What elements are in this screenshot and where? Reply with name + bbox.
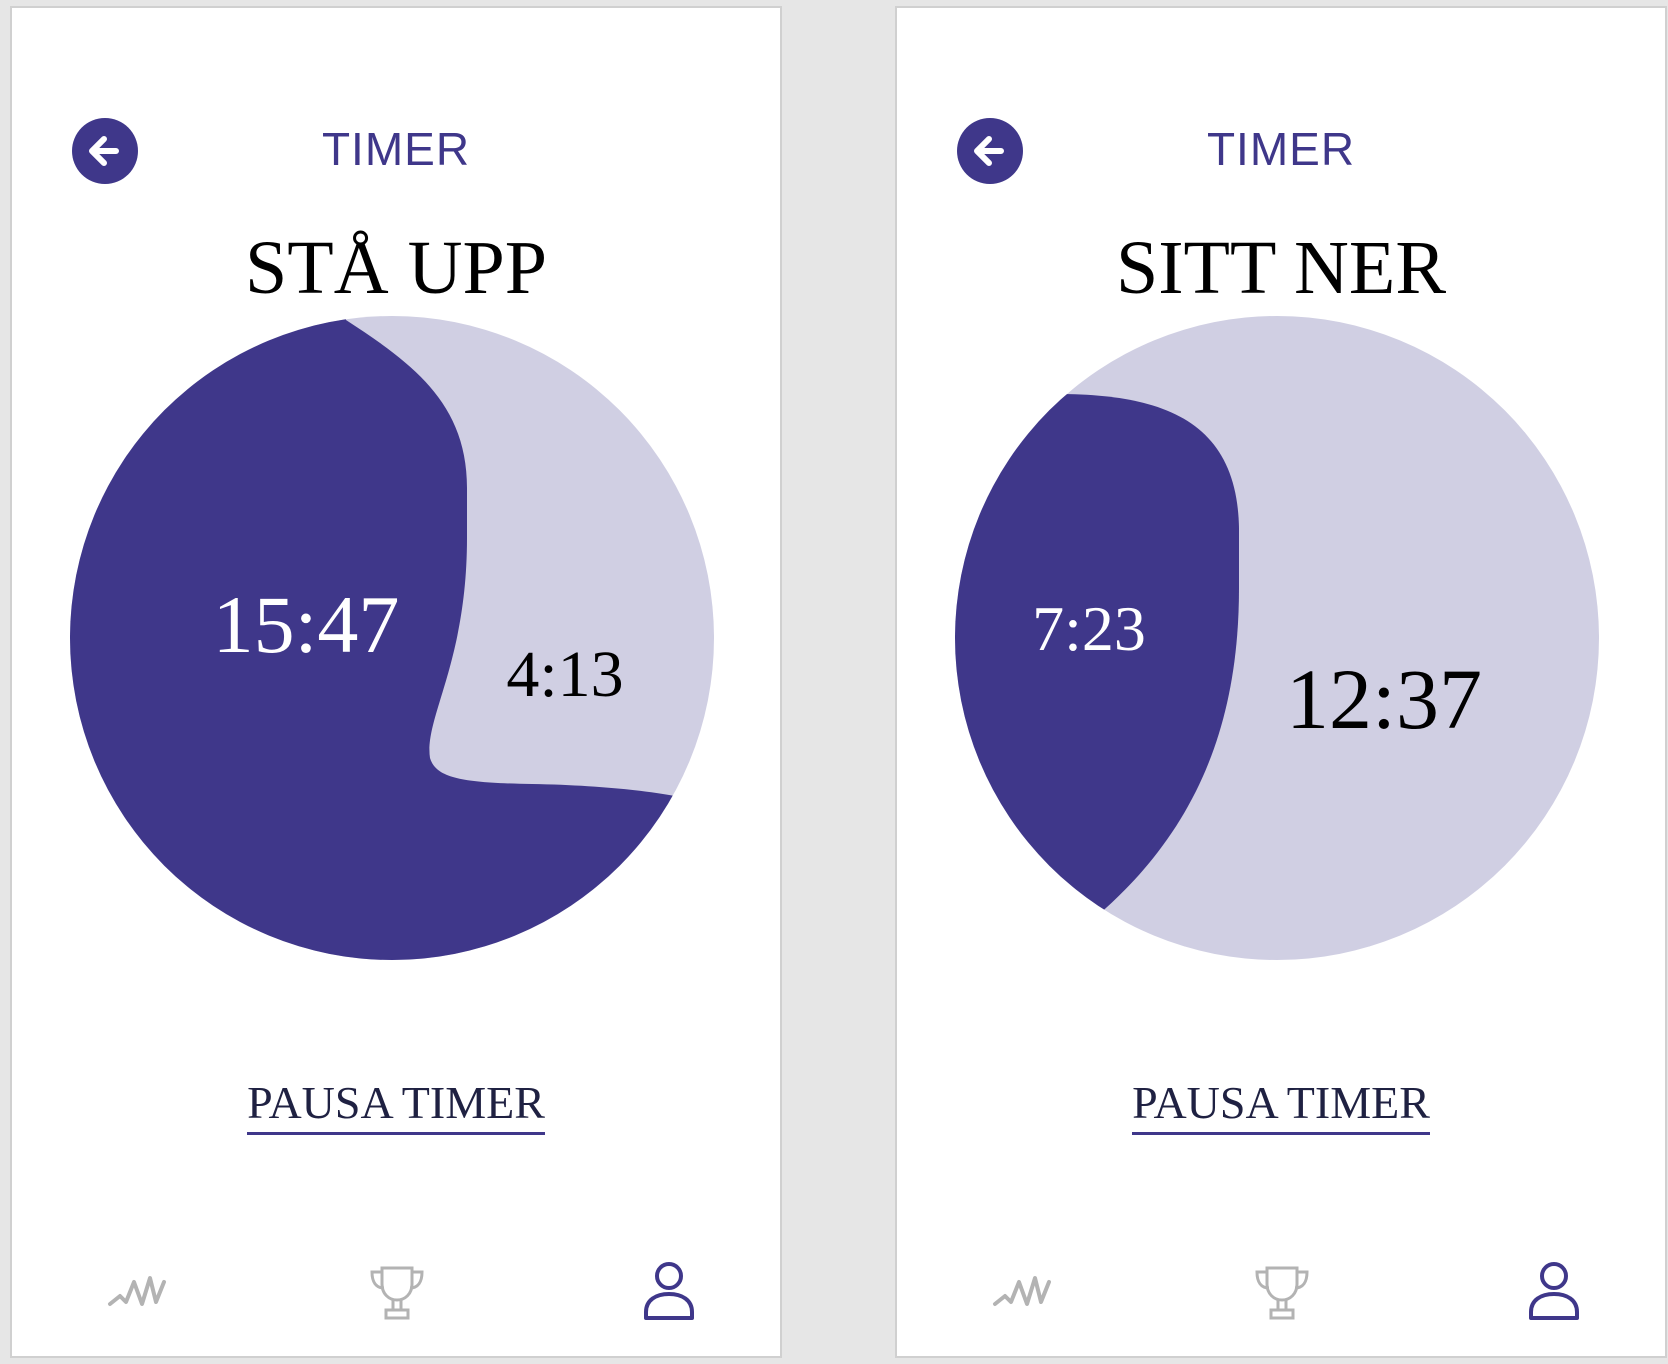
header-title: TIMER (1206, 123, 1356, 175)
pause-timer-label: PAUSA TIMER (247, 1080, 545, 1135)
phase-title: SITT NER (1115, 226, 1447, 310)
nav-trophy[interactable] (362, 1258, 432, 1328)
timer-screen-sit: TIMER SITT NER 7:23 12:37 PAUSA TIMER (895, 6, 1667, 1358)
nav-activity[interactable] (104, 1258, 174, 1328)
profile-icon (644, 1262, 694, 1320)
timer-pie: 15:47 4:13 (70, 316, 714, 960)
bottom-nav (897, 1258, 1665, 1328)
phase-title: STÅ UPP (245, 226, 547, 310)
nav-profile[interactable] (1519, 1258, 1589, 1328)
trophy-icon (1255, 1266, 1309, 1320)
nav-activity[interactable] (989, 1258, 1059, 1328)
timer-pie: 7:23 12:37 (955, 316, 1599, 960)
header-title: TIMER (321, 123, 471, 175)
timer-screen-stand: TIMER STÅ UPP 15:47 4:13 PAUSA TIMER (10, 6, 782, 1358)
trophy-icon (370, 1266, 424, 1320)
profile-icon (1529, 1262, 1579, 1320)
pause-timer-button[interactable]: PAUSA TIMER (12, 1080, 780, 1135)
remaining-time: 4:13 (506, 638, 623, 711)
elapsed-time: 15:47 (213, 579, 400, 670)
elapsed-time: 7:23 (1032, 593, 1146, 664)
activity-icon (993, 1276, 1051, 1306)
remaining-time: 12:37 (1286, 651, 1482, 747)
pause-timer-button[interactable]: PAUSA TIMER (897, 1080, 1665, 1135)
nav-trophy[interactable] (1247, 1258, 1317, 1328)
pause-timer-label: PAUSA TIMER (1132, 1080, 1430, 1135)
activity-icon (108, 1276, 166, 1306)
nav-profile[interactable] (634, 1258, 704, 1328)
bottom-nav (12, 1258, 780, 1328)
